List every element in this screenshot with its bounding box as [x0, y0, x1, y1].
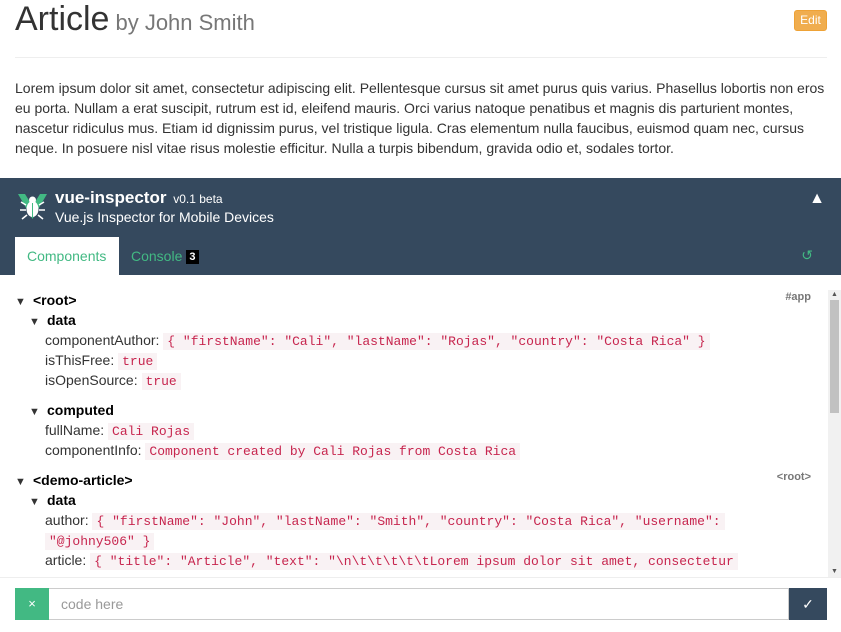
tree-scrollbar[interactable]: ▲ ▼	[828, 290, 841, 577]
property-row: article: { "title": "Article", "text": "…	[45, 550, 738, 572]
property-value: Component created by Cali Rojas from Cos…	[145, 443, 521, 460]
node-label: <root>	[33, 292, 77, 308]
console-count-badge: 3	[186, 250, 199, 264]
section-label: data	[47, 312, 76, 328]
node-label: <demo-article>	[33, 472, 133, 488]
caret-down-icon[interactable]: ▼	[15, 292, 33, 312]
property-value: Cali Rojas	[108, 423, 195, 440]
article-body: Lorem ipsum dolor sit amet, consectetur …	[15, 80, 825, 156]
property-row: componentAuthor: { "firstName": "Cali", …	[45, 330, 710, 352]
caret-down-icon[interactable]: ▼	[29, 402, 47, 422]
collapse-toggle-icon[interactable]: ▲	[809, 190, 825, 208]
property-row: isThisFree: true	[45, 350, 158, 372]
scroll-thumb[interactable]	[830, 300, 839, 413]
code-input[interactable]	[49, 588, 789, 620]
console-input-bar: × ✓	[0, 577, 841, 632]
caret-down-icon[interactable]: ▼	[15, 472, 33, 492]
section-data[interactable]: ▼ data	[29, 490, 76, 512]
property-value: { "title": "Article", "text": "\n\t\t\t\…	[90, 553, 738, 570]
inspector-subtitle: Vue.js Inspector for Mobile Devices	[55, 209, 274, 225]
scroll-up-arrow-icon[interactable]: ▲	[831, 291, 838, 299]
property-value: "@johny506" }	[45, 533, 155, 550]
caret-down-icon[interactable]: ▼	[29, 312, 47, 332]
inspector-header: vue-inspector v0.1 beta Vue.js Inspector…	[0, 178, 841, 275]
tree-node-root[interactable]: ▼ <root>	[15, 290, 77, 312]
refresh-icon[interactable]: ↺	[801, 247, 813, 263]
section-label: data	[47, 492, 76, 508]
article-title-text: Article	[15, 0, 110, 38]
property-key: isThisFree:	[45, 352, 115, 368]
property-key: author:	[45, 512, 89, 528]
scroll-down-arrow-icon[interactable]: ▼	[831, 568, 838, 576]
vue-inspector-panel: vue-inspector v0.1 beta Vue.js Inspector…	[0, 178, 841, 632]
section-data[interactable]: ▼ data	[29, 310, 76, 332]
inspector-title: vue-inspector v0.1 beta	[55, 188, 223, 209]
property-key: article:	[45, 552, 87, 568]
caret-down-icon[interactable]: ▼	[29, 492, 47, 512]
tree-node-demo-article[interactable]: ▼ <demo-article>	[15, 470, 133, 492]
property-value: { "firstName": "John", "lastName": "Smit…	[92, 513, 725, 530]
clear-button[interactable]: ×	[15, 588, 49, 620]
section-label: computed	[47, 402, 114, 418]
property-row: componentInfo: Component created by Cali…	[45, 440, 521, 462]
tab-console[interactable]: Console 3	[119, 237, 211, 275]
node-ref: <root>	[776, 471, 811, 483]
tab-console-label: Console	[131, 248, 183, 264]
article-header: Article by John Smith Edit	[15, 0, 827, 58]
property-value: true	[141, 373, 181, 390]
inspector-title-text: vue-inspector	[55, 188, 167, 207]
property-value-continued: "@johny506" }	[45, 530, 155, 552]
run-button[interactable]: ✓	[789, 588, 827, 620]
property-key: fullName:	[45, 422, 105, 438]
edit-button[interactable]: Edit	[794, 10, 827, 31]
property-key: isOpenSource:	[45, 372, 138, 388]
property-row: author: { "firstName": "John", "lastName…	[45, 510, 725, 532]
tab-components[interactable]: Components	[15, 237, 119, 275]
component-tree: ▼ <root> #app ▼ data componentAuthor: { "f…	[0, 275, 841, 575]
section-computed[interactable]: ▼ computed	[29, 400, 114, 422]
article-author: by John Smith	[115, 10, 255, 35]
property-value: true	[118, 353, 158, 370]
property-row: isOpenSource: true	[45, 370, 181, 392]
inspector-version: v0.1 beta	[173, 192, 223, 206]
bug-logo-icon	[18, 194, 47, 220]
property-value: { "firstName": "Cali", "lastName": "Roja…	[163, 333, 710, 350]
tab-components-label: Components	[27, 248, 107, 264]
property-row: fullName: Cali Rojas	[45, 420, 195, 442]
property-key: componentInfo:	[45, 442, 142, 458]
article-title: Article by John Smith	[15, 0, 255, 42]
node-ref: #app	[785, 291, 811, 303]
property-key: componentAuthor:	[45, 332, 160, 348]
